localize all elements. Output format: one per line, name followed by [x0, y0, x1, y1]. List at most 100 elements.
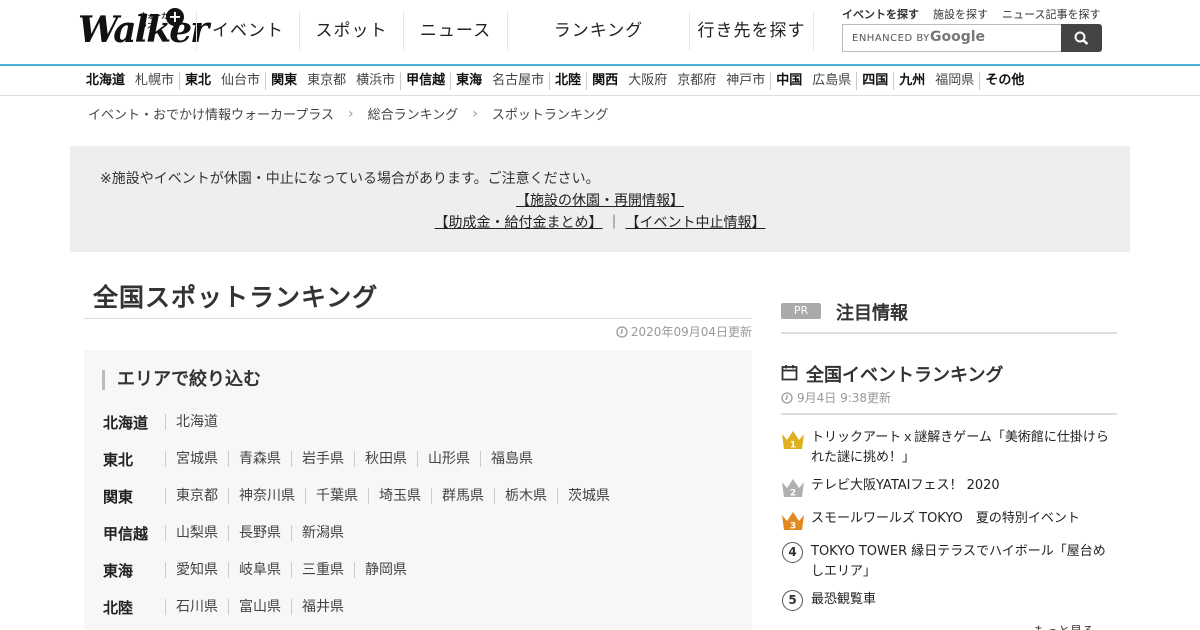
region-city-6[interactable]: 横浜市: [351, 72, 400, 90]
region-city-5[interactable]: 東京都: [302, 72, 351, 90]
search-icon: [1074, 31, 1089, 45]
prefecture-link[interactable]: 福島県: [480, 451, 543, 467]
prefecture-link[interactable]: 神奈川県: [228, 488, 305, 504]
area-name[interactable]: 北陸: [103, 597, 165, 618]
more-link[interactable]: もっと見る: [1034, 622, 1094, 630]
region-major-0[interactable]: 北海道: [86, 72, 130, 90]
search-button[interactable]: [1061, 24, 1102, 52]
region-city-12[interactable]: 大阪府: [623, 72, 672, 90]
prefecture-link[interactable]: 青森県: [228, 451, 291, 467]
prefecture-link[interactable]: 群馬県: [431, 488, 494, 504]
region-major-4[interactable]: 関東: [265, 72, 302, 90]
breadcrumb-ranking[interactable]: 総合ランキング: [368, 104, 459, 123]
region-city-14[interactable]: 神戸市: [721, 72, 770, 90]
nav-item-3[interactable]: ランキング: [508, 12, 690, 50]
chevron-right-icon: ›: [472, 105, 478, 122]
region-major-15[interactable]: 中国: [770, 72, 807, 90]
prefecture-link[interactable]: 長野県: [228, 525, 291, 541]
ranking-item-title[interactable]: スモールワールズ TOKYO 夏の特別イベント: [811, 509, 1111, 529]
region-major-10[interactable]: 北陸: [549, 72, 586, 90]
ranking-item-title[interactable]: 最恐観覧車: [811, 590, 1111, 610]
region-major-7[interactable]: 甲信越: [400, 72, 450, 90]
breadcrumb-home[interactable]: イベント・おでかけ情報ウォーカープラス: [88, 104, 334, 123]
prefecture-link[interactable]: 秋田県: [354, 451, 417, 467]
area-name[interactable]: 関東: [103, 486, 165, 507]
area-name[interactable]: 甲信越: [103, 523, 165, 544]
area-row: 甲信越 山梨県 長野県 新潟県: [103, 523, 354, 543]
area-name[interactable]: 北海道: [103, 412, 165, 433]
subsidy-link[interactable]: 【助成金・給付金まとめ】: [435, 215, 603, 231]
prefecture-link[interactable]: 山梨県: [165, 525, 228, 541]
clock-icon: [781, 391, 793, 404]
region-major-20[interactable]: その他: [979, 72, 1029, 90]
region-major-2[interactable]: 東北: [179, 72, 216, 90]
link-separator: ｜: [607, 215, 621, 231]
event-cancel-link[interactable]: 【イベント中止情報】: [625, 215, 765, 231]
walker-plus-logo[interactable]: Walker ウォーカープラス +: [78, 8, 209, 52]
area-name[interactable]: 東海: [103, 560, 165, 581]
notice-text: ※施設やイベントが休園・中止になっている場合があります。ご注意ください。: [100, 171, 600, 187]
search-link-event[interactable]: イベントを探す: [842, 6, 919, 22]
prefecture-link[interactable]: 新潟県: [291, 525, 354, 541]
ranking-item-title[interactable]: トリックアートｘ謎解きゲーム「美術館に仕掛けられた謎に挑め！」: [811, 428, 1111, 468]
prefecture-link[interactable]: 埼玉県: [368, 488, 431, 504]
region-major-8[interactable]: 東海: [450, 72, 487, 90]
closure-info-link[interactable]: 【施設の休園・再開情報】: [516, 193, 684, 209]
crown-icon: 3: [782, 512, 804, 532]
prefecture-link[interactable]: 栃木県: [494, 488, 557, 504]
crown-rank-number: 1: [790, 441, 796, 451]
notice-link-row-2: 【助成金・給付金まとめ】 ｜ 【イベント中止情報】: [70, 212, 1130, 232]
search-link-facility[interactable]: 施設を探す: [933, 6, 988, 22]
prefecture-link[interactable]: 山形県: [417, 451, 480, 467]
nav-item-0[interactable]: イベント: [196, 12, 300, 50]
region-city-13[interactable]: 京都府: [672, 72, 721, 90]
rank-number-icon: 5: [782, 590, 803, 611]
prefecture-link[interactable]: 富山県: [228, 599, 291, 615]
prefecture-link[interactable]: 宮城県: [165, 451, 228, 467]
region-major-17[interactable]: 四国: [856, 72, 893, 90]
area-row: 北陸 石川県 富山県 福井県: [103, 597, 354, 617]
crown-rank-number: 3: [790, 522, 796, 532]
search-links: イベントを探す 施設を探す ニュース記事を探す: [842, 6, 1100, 22]
breadcrumb: イベント・おでかけ情報ウォーカープラス › 総合ランキング › スポットランキン…: [88, 104, 608, 124]
notice-box: ※施設やイベントが休園・中止になっている場合があります。ご注意ください。 【施設…: [70, 146, 1130, 252]
search-google-label: Google: [930, 29, 986, 45]
prefecture-link[interactable]: 千葉県: [305, 488, 368, 504]
prefecture-link[interactable]: 三重県: [291, 562, 354, 578]
prefecture-link[interactable]: 岐阜県: [228, 562, 291, 578]
nav-item-1[interactable]: スポット: [300, 12, 404, 50]
region-city-9[interactable]: 名古屋市: [487, 72, 549, 90]
prefecture-link[interactable]: 東京都: [165, 488, 228, 504]
pr-badge: PR: [781, 303, 821, 319]
event-ranking-divider: [781, 413, 1117, 415]
area-filter: エリアで絞り込む 北海道 北海道 東北 宮城県 青森県 岩手県 秋田県 山形県 福島県 関東 東京都…: [84, 350, 752, 630]
event-updated-text: 9月4日 9:38更新: [797, 391, 892, 405]
prefecture-link[interactable]: 静岡県: [354, 562, 417, 578]
region-city-19[interactable]: 福岡県: [930, 72, 979, 90]
search-input[interactable]: ENHANCED BY Google: [842, 24, 1062, 52]
ranking-item-title[interactable]: TOKYO TOWER 縁日テラスでハイボール「屋台めしエリア」: [811, 542, 1111, 582]
search-link-news[interactable]: ニュース記事を探す: [1002, 6, 1100, 22]
region-city-3[interactable]: 仙台市: [216, 72, 265, 90]
ranking-item-title[interactable]: テレビ大阪YATAIフェス！ 2020: [811, 476, 1111, 496]
nav-item-4[interactable]: 行き先を探す: [690, 12, 814, 50]
prefecture-link[interactable]: 茨城県: [557, 488, 620, 504]
region-city-16[interactable]: 広島県: [807, 72, 856, 90]
logo-plus-icon: +: [166, 8, 184, 26]
prefecture-link[interactable]: 石川県: [165, 599, 228, 615]
region-major-11[interactable]: 関西: [586, 72, 623, 90]
prefecture-link[interactable]: 岩手県: [291, 451, 354, 467]
event-ranking-updated: 9月4日 9:38更新: [781, 389, 891, 406]
region-city-1[interactable]: 札幌市: [130, 72, 179, 90]
event-ranking-title[interactable]: 全国イベントランキング: [806, 361, 1003, 387]
prefecture-link[interactable]: 愛知県: [165, 562, 228, 578]
area-name[interactable]: 東北: [103, 449, 165, 470]
region-major-18[interactable]: 九州: [893, 72, 930, 90]
page-title: 全国スポットランキング: [93, 283, 379, 312]
nav-item-2[interactable]: ニュース: [404, 12, 508, 50]
main-nav: イベント スポット ニュース ランキング 行き先を探す: [196, 12, 814, 50]
search-enhanced-label: ENHANCED BY: [852, 33, 930, 44]
prefecture-link[interactable]: 北海道: [165, 414, 228, 430]
crown-rank-number: 2: [790, 489, 796, 499]
prefecture-link[interactable]: 福井県: [291, 599, 354, 615]
